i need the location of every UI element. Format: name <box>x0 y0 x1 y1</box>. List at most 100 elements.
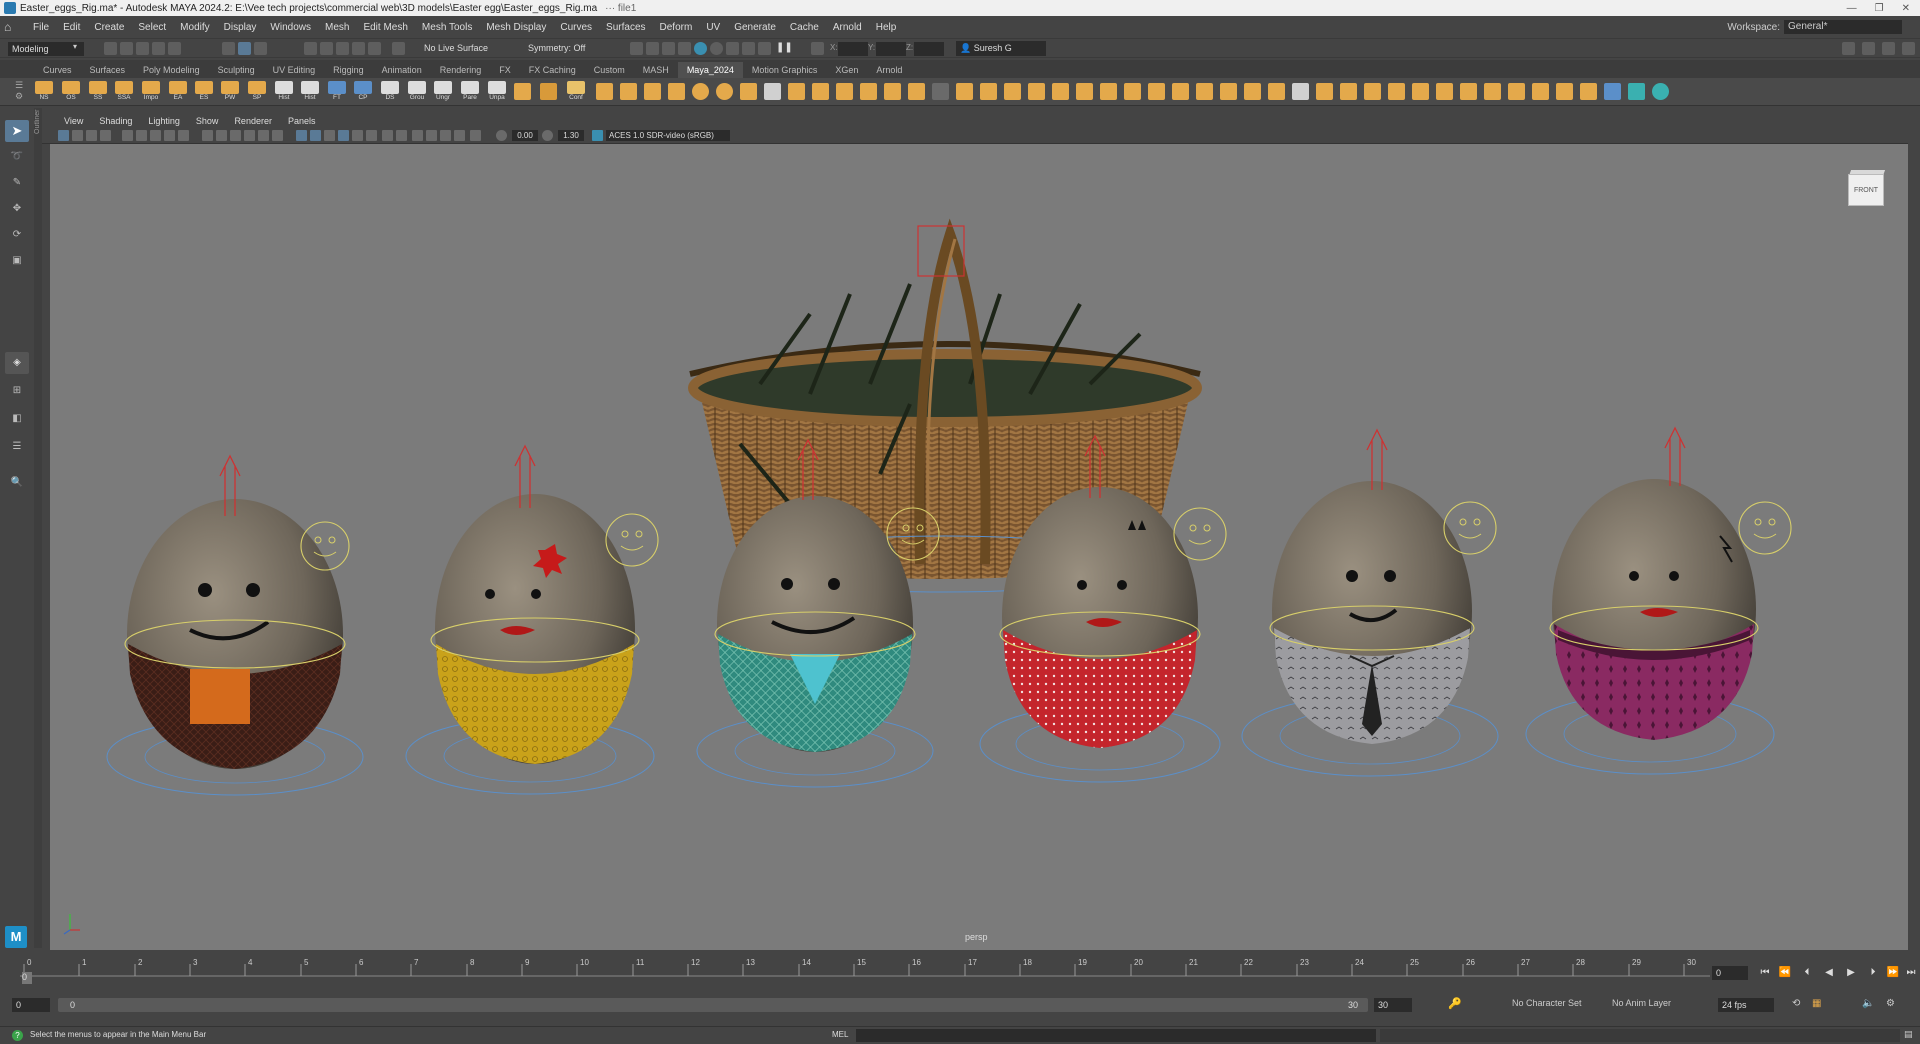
arnold-render-icon[interactable] <box>742 42 755 55</box>
shelf-button-cp[interactable]: CP <box>353 81 373 103</box>
gate-mask-icon[interactable] <box>164 130 175 141</box>
shadows-icon[interactable] <box>324 130 335 141</box>
tool-settings-icon[interactable] <box>1902 42 1915 55</box>
shelf-button-os[interactable]: OS <box>61 81 81 103</box>
shelf-tab-surfaces[interactable]: Surfaces <box>81 62 135 78</box>
shelf-button-grou[interactable]: Grou <box>407 81 427 103</box>
safe-title-icon[interactable] <box>216 130 227 141</box>
shelf-tool-icon[interactable] <box>1604 83 1621 100</box>
shelf-tab-mash[interactable]: MASH <box>634 62 678 78</box>
shelf-tool-icon[interactable] <box>620 83 637 100</box>
shelf-tool-icon[interactable] <box>1124 83 1141 100</box>
shelf-tool-icon[interactable] <box>740 83 757 100</box>
pause-icon[interactable]: ❚❚ <box>776 42 793 53</box>
render-frame-icon[interactable] <box>630 42 643 55</box>
shelf-tool-icon[interactable] <box>692 83 709 100</box>
wireframe-icon[interactable] <box>230 130 241 141</box>
x-field[interactable] <box>838 42 868 56</box>
menu-create[interactable]: Create <box>87 22 131 33</box>
shelf-button-hist[interactable]: Hist <box>274 81 294 103</box>
symmetry-dropdown[interactable]: Symmetry: Off <box>528 43 585 53</box>
undo-icon[interactable] <box>152 42 165 55</box>
shelf-tool-icon[interactable] <box>1412 83 1429 100</box>
shelf-tool-icon[interactable] <box>788 83 805 100</box>
snap-surface-icon[interactable] <box>352 42 365 55</box>
select-tool-icon[interactable]: ➤ <box>5 120 29 142</box>
shelf-tool-icon[interactable] <box>1340 83 1357 100</box>
shelf-button-es[interactable]: ES <box>194 81 214 103</box>
time-slider[interactable]: 0 1 2 3 4 5 6 7 8 9 10 11 12 13 14 15 16 17 18 19 20 21 22 23 24… <box>0 950 1920 984</box>
shelf-tool-icon[interactable] <box>1460 83 1477 100</box>
persp-outliner-layout-icon[interactable]: ◧ <box>5 408 29 430</box>
user-account-dropdown[interactable]: 👤 Suresh G <box>956 41 1046 56</box>
shelf-button-ft[interactable]: FT <box>327 81 347 103</box>
view-transform-dropdown[interactable]: ACES 1.0 SDR-video (sRGB) <box>606 130 730 141</box>
shelf-tab-arnold[interactable]: Arnold <box>867 62 911 78</box>
film-gate-icon[interactable] <box>136 130 147 141</box>
menu-mesh[interactable]: Mesh <box>318 22 356 33</box>
go-to-end-icon[interactable]: ⏭ <box>1904 966 1918 980</box>
menu-generate[interactable]: Generate <box>727 22 783 33</box>
shelf-tab-fx[interactable]: FX <box>490 62 520 78</box>
shelf-button-ea[interactable]: EA <box>168 81 188 103</box>
default-material-icon[interactable] <box>258 130 269 141</box>
shelf-tool-icon[interactable] <box>932 83 949 100</box>
shelf-menu-icon[interactable]: ☰ ⚙ <box>4 80 34 104</box>
shelf-tool-icon[interactable] <box>1556 83 1573 100</box>
settings-icon[interactable]: ⚙ <box>1886 998 1895 1009</box>
field-chart-icon[interactable] <box>178 130 189 141</box>
shelf-button-conf[interactable]: Conf <box>566 81 586 103</box>
isolate-select-icon[interactable] <box>396 130 407 141</box>
render-settings-icon[interactable] <box>678 42 691 55</box>
panel-menu-panels[interactable]: Panels <box>280 116 324 126</box>
shelf-tab-curves[interactable]: Curves <box>34 62 81 78</box>
shelf-tool-icon[interactable] <box>716 83 733 100</box>
shelf-tool-icon[interactable] <box>514 83 531 100</box>
shelf-tool-icon[interactable] <box>540 83 557 100</box>
shelf-tool-icon[interactable] <box>980 83 997 100</box>
move-tool-icon[interactable]: ✥ <box>5 198 29 220</box>
animation-end-field[interactable]: 30 <box>1374 998 1412 1012</box>
shelf-tab-animation[interactable]: Animation <box>373 62 431 78</box>
script-editor-icon[interactable]: ▤ <box>1904 1029 1916 1041</box>
xray-components-icon[interactable] <box>440 130 451 141</box>
shelf-button-unpa[interactable]: Unpa <box>487 81 507 103</box>
workspace-dropdown[interactable]: General* <box>1784 20 1902 34</box>
shelf-tool-icon[interactable] <box>836 83 853 100</box>
script-language-label[interactable]: MEL <box>832 1030 848 1039</box>
shelf-button-pw[interactable]: PW <box>220 81 240 103</box>
shelf-tool-icon[interactable] <box>908 83 925 100</box>
shelf-tool-icon[interactable] <box>1100 83 1117 100</box>
resolution-gate-icon[interactable] <box>150 130 161 141</box>
channel-box-icon[interactable] <box>1862 42 1875 55</box>
shelf-tool-icon[interactable] <box>1172 83 1189 100</box>
shelf-tool-icon[interactable] <box>1148 83 1165 100</box>
shelf-tool-icon[interactable] <box>1580 83 1597 100</box>
snap-grid-icon[interactable] <box>304 42 317 55</box>
four-view-layout-icon[interactable]: ⊞ <box>5 380 29 402</box>
viewcube-front-face[interactable]: FRONT <box>1848 174 1884 206</box>
shelf-tool-icon[interactable] <box>644 83 661 100</box>
outliner-collapsed-strip[interactable]: Outliner <box>34 108 42 948</box>
shelf-tool-icon[interactable] <box>1652 83 1669 100</box>
shelf-button-impo[interactable]: Impo <box>141 81 161 103</box>
shelf-tool-icon[interactable] <box>1244 83 1261 100</box>
home-icon[interactable]: ⌂ <box>4 21 18 33</box>
exposure-field[interactable]: 0.00 <box>512 130 538 141</box>
shelf-tool-icon[interactable] <box>884 83 901 100</box>
color-management-icon[interactable] <box>592 130 603 141</box>
shelf-button-ungr[interactable]: Ungr <box>433 81 453 103</box>
snap-curve-icon[interactable] <box>320 42 333 55</box>
sound-icon[interactable]: 🔈 <box>1862 998 1874 1009</box>
rotate-tool-icon[interactable]: ⟳ <box>5 224 29 246</box>
menu-select[interactable]: Select <box>131 22 173 33</box>
menu-mesh-tools[interactable]: Mesh Tools <box>415 22 479 33</box>
menu-uv[interactable]: UV <box>699 22 727 33</box>
shelf-tab-rigging[interactable]: Rigging <box>324 62 373 78</box>
arnold-render-view-icon[interactable] <box>758 42 771 55</box>
viewcube[interactable]: FRONT <box>1848 166 1886 208</box>
single-perspective-layout-icon[interactable]: ◈ <box>5 352 29 374</box>
shelf-tool-icon[interactable] <box>1532 83 1549 100</box>
ipr-render-icon[interactable] <box>662 42 675 55</box>
shelf-tool-icon[interactable] <box>1436 83 1453 100</box>
